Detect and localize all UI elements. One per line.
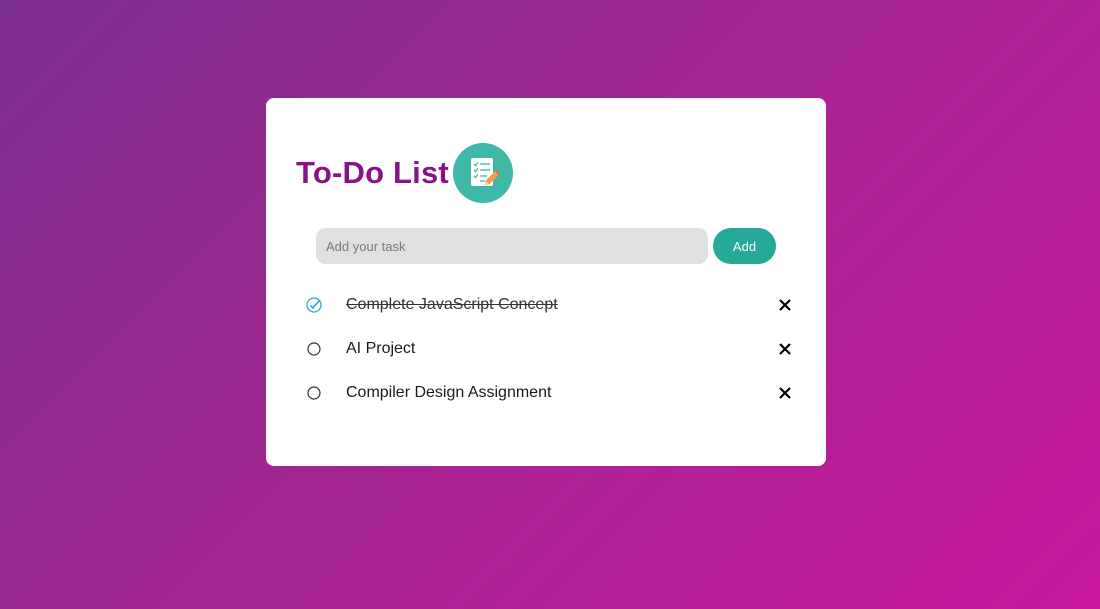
list-item[interactable]: Complete JavaScript Concept [304,283,796,327]
close-icon[interactable] [774,338,796,360]
close-icon[interactable] [774,294,796,316]
empty-circle-icon[interactable] [304,339,324,359]
add-task-row: Add [316,228,776,264]
task-label: AI Project [346,340,416,357]
task-list: Complete JavaScript Concept AI Project C… [304,283,796,415]
task-input[interactable] [316,228,708,264]
header: To-Do List [296,142,513,204]
add-button[interactable]: Add [713,228,776,264]
list-item[interactable]: Compiler Design Assignment [304,371,796,415]
close-icon[interactable] [774,382,796,404]
task-label: Compiler Design Assignment [346,384,552,401]
task-label: Complete JavaScript Concept [346,296,558,313]
list-item[interactable]: AI Project [304,327,796,371]
checked-circle-icon[interactable] [304,295,324,315]
checklist-pencil-icon [452,143,513,203]
todo-card: To-Do List Add your task Add Complete Ja… [266,98,826,466]
empty-circle-icon[interactable] [304,383,324,403]
page-title: To-Do List [296,155,449,190]
